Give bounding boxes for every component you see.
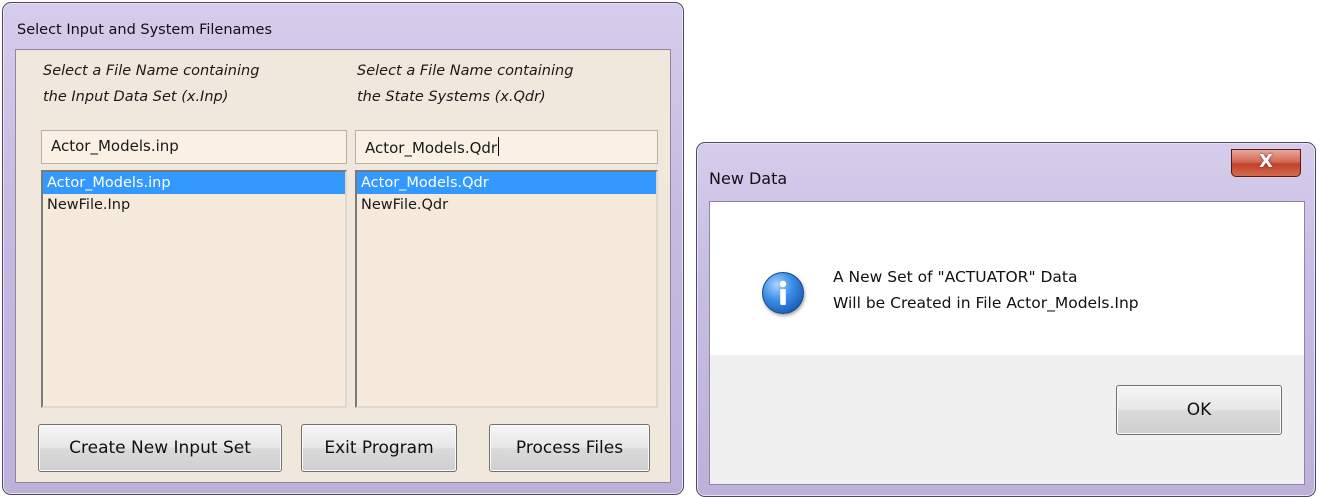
- input-list-item[interactable]: NewFile.Inp: [43, 194, 345, 216]
- system-list-item[interactable]: Actor_Models.Qdr: [357, 172, 656, 194]
- text-caret: [498, 137, 500, 156]
- exit-program-button[interactable]: Exit Program: [301, 424, 457, 472]
- system-label-line2: the State Systems (x.Qdr): [357, 89, 546, 105]
- system-label-line1: Select a File Name containing: [357, 63, 574, 79]
- process-files-button[interactable]: Process Files: [489, 424, 650, 472]
- input-list-item[interactable]: Actor_Models.inp: [43, 172, 345, 194]
- system-column-label: Select a File Name containing the State …: [357, 58, 647, 110]
- dialog-title: New Data: [709, 169, 788, 188]
- create-new-input-set-button[interactable]: Create New Input Set: [38, 424, 282, 472]
- input-label-line1: Select a File Name containing: [43, 63, 260, 79]
- system-filename-value: Actor_Models.Qdr: [365, 139, 498, 157]
- system-list-item[interactable]: NewFile.Qdr: [357, 194, 656, 216]
- dialog-button-area: OK: [709, 355, 1305, 485]
- input-label-line2: the Input Data Set (x.Inp): [43, 89, 229, 105]
- new-data-dialog: New Data X A New Set of "ACTUATOR" Data …: [696, 142, 1316, 497]
- dialog-message-area: A New Set of "ACTUATOR" Data Will be Cre…: [709, 201, 1305, 355]
- window-client-area: Select a File Name containing the Input …: [15, 49, 671, 483]
- window-title: Select Input and System Filenames: [17, 22, 273, 38]
- input-file-list[interactable]: Actor_Models.inp NewFile.Inp: [41, 170, 347, 408]
- ok-button[interactable]: OK: [1116, 385, 1282, 435]
- message-line2: Will be Created in File Actor_Models.Inp: [833, 294, 1139, 312]
- dialog-message: A New Set of "ACTUATOR" Data Will be Cre…: [833, 264, 1139, 316]
- input-filename-value: Actor_Models.inp: [51, 137, 179, 155]
- input-filename-field[interactable]: Actor_Models.inp: [41, 130, 347, 164]
- file-select-window: Select Input and System Filenames Select…: [2, 2, 684, 495]
- close-button[interactable]: X: [1231, 149, 1301, 177]
- system-file-list[interactable]: Actor_Models.Qdr NewFile.Qdr: [355, 170, 658, 408]
- close-icon: X: [1259, 151, 1273, 172]
- input-column-label: Select a File Name containing the Input …: [43, 58, 333, 110]
- system-filename-field[interactable]: Actor_Models.Qdr: [355, 130, 658, 164]
- info-icon: [762, 272, 804, 314]
- message-line1: A New Set of "ACTUATOR" Data: [833, 268, 1078, 286]
